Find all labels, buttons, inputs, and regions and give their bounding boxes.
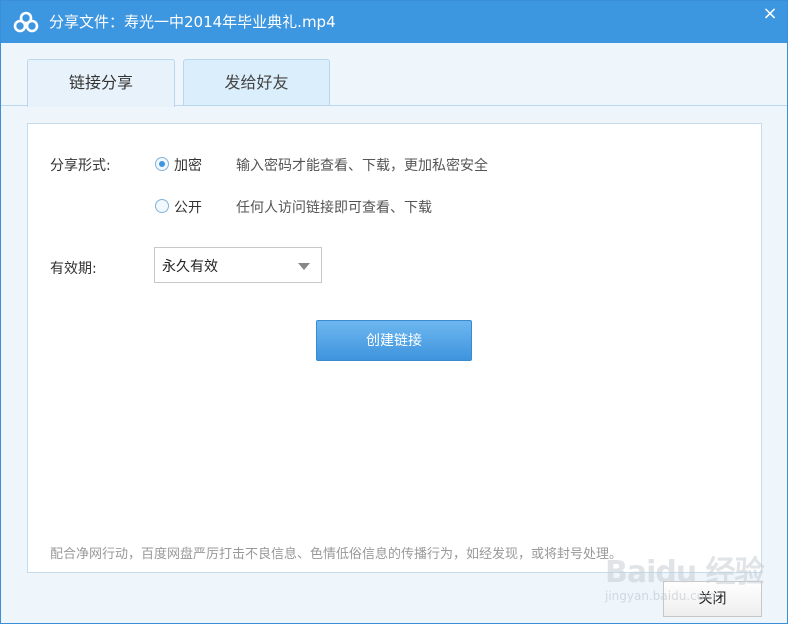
policy-notice: 配合净网行动，百度网盘严厉打击不良信息、色情低俗信息的传播行为，如经发现，或将封… — [50, 547, 623, 562]
create-link-button[interactable]: 创建链接 — [316, 320, 472, 361]
validity-select[interactable]: 永久有效 — [154, 247, 322, 283]
baidu-cloud-icon — [13, 11, 39, 33]
baidu-jingyan-watermark: Baidu 经验 jingyan.baidu.com — [605, 547, 775, 611]
watermark-url: jingyan.baidu.com — [605, 589, 716, 603]
radio-encrypted[interactable] — [155, 157, 169, 171]
close-icon[interactable]: × — [753, 1, 787, 29]
chevron-down-icon — [298, 263, 310, 270]
title-bar: 分享文件：寿光一中2014年毕业典礼.mp4 × — [1, 1, 787, 43]
radio-encrypted-label[interactable]: 加密 — [174, 155, 202, 175]
share-form-label: 分享形式: — [50, 158, 111, 174]
radio-public[interactable] — [155, 199, 169, 213]
encrypted-description: 输入密码才能查看、下载，更加私密安全 — [236, 158, 488, 174]
tab-label: 链接分享 — [68, 73, 133, 92]
tab-label: 发给好友 — [224, 73, 289, 92]
validity-label: 有效期: — [50, 261, 97, 277]
watermark-logo: Baidu 经验 — [605, 555, 765, 590]
tab-link-share[interactable]: 链接分享 — [27, 59, 175, 107]
link-share-panel: 分享形式: 加密 输入密码才能查看、下载，更加私密安全 公开 任何人访问链接即可… — [27, 123, 762, 573]
share-dialog: 分享文件：寿光一中2014年毕业典礼.mp4 × 链接分享 发给好友 分享形式:… — [0, 0, 788, 624]
window-title: 分享文件：寿光一中2014年毕业典礼.mp4 — [49, 13, 336, 31]
validity-value: 永久有效 — [162, 259, 218, 275]
radio-public-label[interactable]: 公开 — [174, 197, 202, 217]
tab-send-to-friend[interactable]: 发给好友 — [183, 59, 330, 105]
public-description: 任何人访问链接即可查看、下载 — [236, 200, 432, 216]
